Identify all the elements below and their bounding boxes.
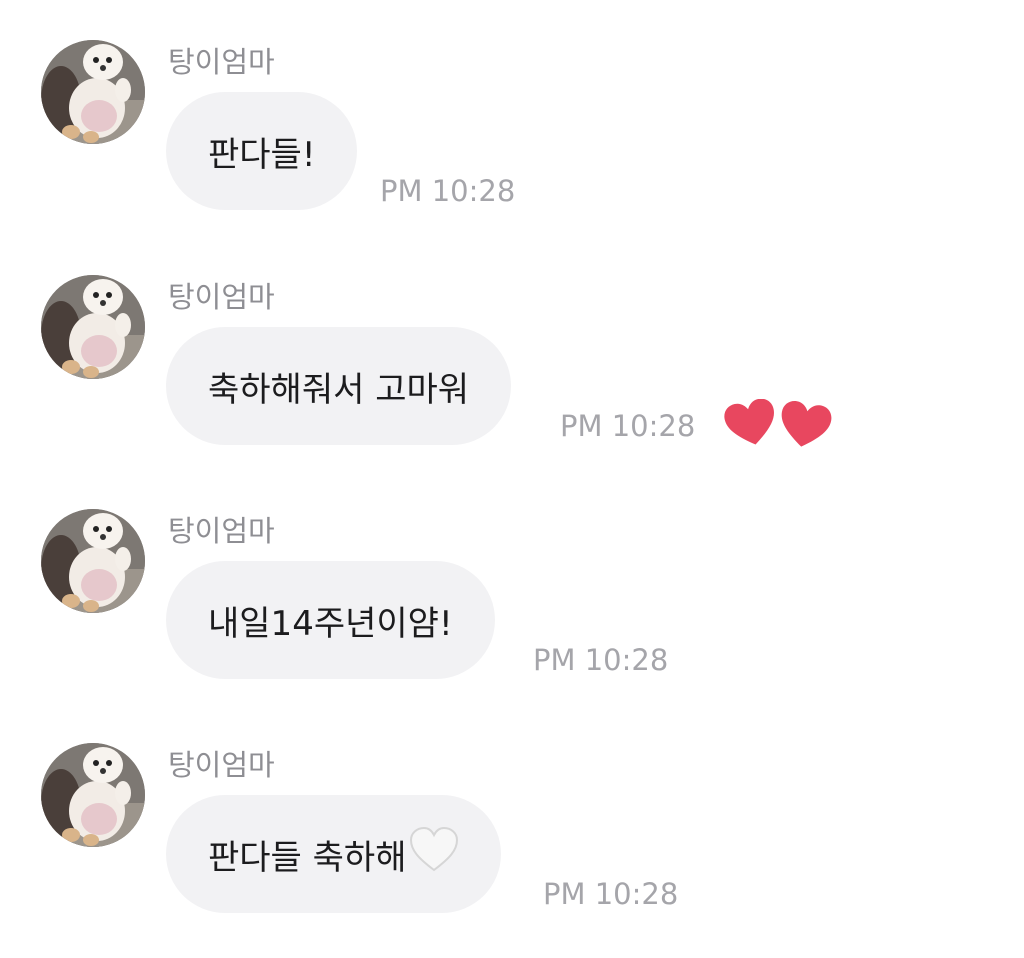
- message-group: 탕이엄마 축하해줘서 고마워 PM 10:28: [0, 275, 1024, 475]
- sender-name: 탕이엄마: [168, 748, 275, 782]
- avatar[interactable]: [41, 509, 145, 613]
- message-timestamp: PM 10:28: [533, 643, 669, 677]
- message-text: 판다들!: [208, 134, 316, 175]
- message-bubble[interactable]: 축하해줘서 고마워: [166, 327, 512, 445]
- sender-name: 탕이엄마: [168, 514, 275, 548]
- message-group: 탕이엄마 내일14주년이얌! PM 10:28: [0, 509, 1024, 709]
- message-bubble[interactable]: 판다들!: [166, 92, 358, 210]
- dog-photo-avatar: [41, 275, 145, 379]
- dog-photo-avatar: [41, 40, 145, 144]
- message-timestamp: PM 10:28: [560, 409, 696, 443]
- message-text: 판다들 축하해: [208, 837, 407, 878]
- two-hearts-reaction[interactable]: [724, 398, 832, 455]
- avatar[interactable]: [41, 743, 145, 847]
- message-bubble[interactable]: 내일14주년이얌!: [166, 561, 495, 679]
- message-timestamp: PM 10:28: [380, 174, 516, 208]
- message-group: 탕이엄마 판다들 축하해 PM 10:28: [0, 743, 1024, 943]
- sender-name: 탕이엄마: [168, 280, 275, 314]
- sender-name: 탕이엄마: [168, 45, 275, 79]
- message-text: 내일14주년이얌!: [208, 603, 453, 644]
- dog-photo-avatar: [41, 743, 145, 847]
- avatar[interactable]: [41, 40, 145, 144]
- message-text: 축하해줘서 고마워: [208, 369, 470, 410]
- message-timestamp: PM 10:28: [543, 877, 679, 911]
- message-group: 탕이엄마 판다들! PM 10:28: [0, 40, 1024, 240]
- message-bubble[interactable]: 판다들 축하해: [166, 795, 501, 913]
- white-heart-icon: [409, 826, 459, 882]
- two-hearts-icon: [724, 398, 832, 447]
- avatar[interactable]: [41, 275, 145, 379]
- dog-photo-avatar: [41, 509, 145, 613]
